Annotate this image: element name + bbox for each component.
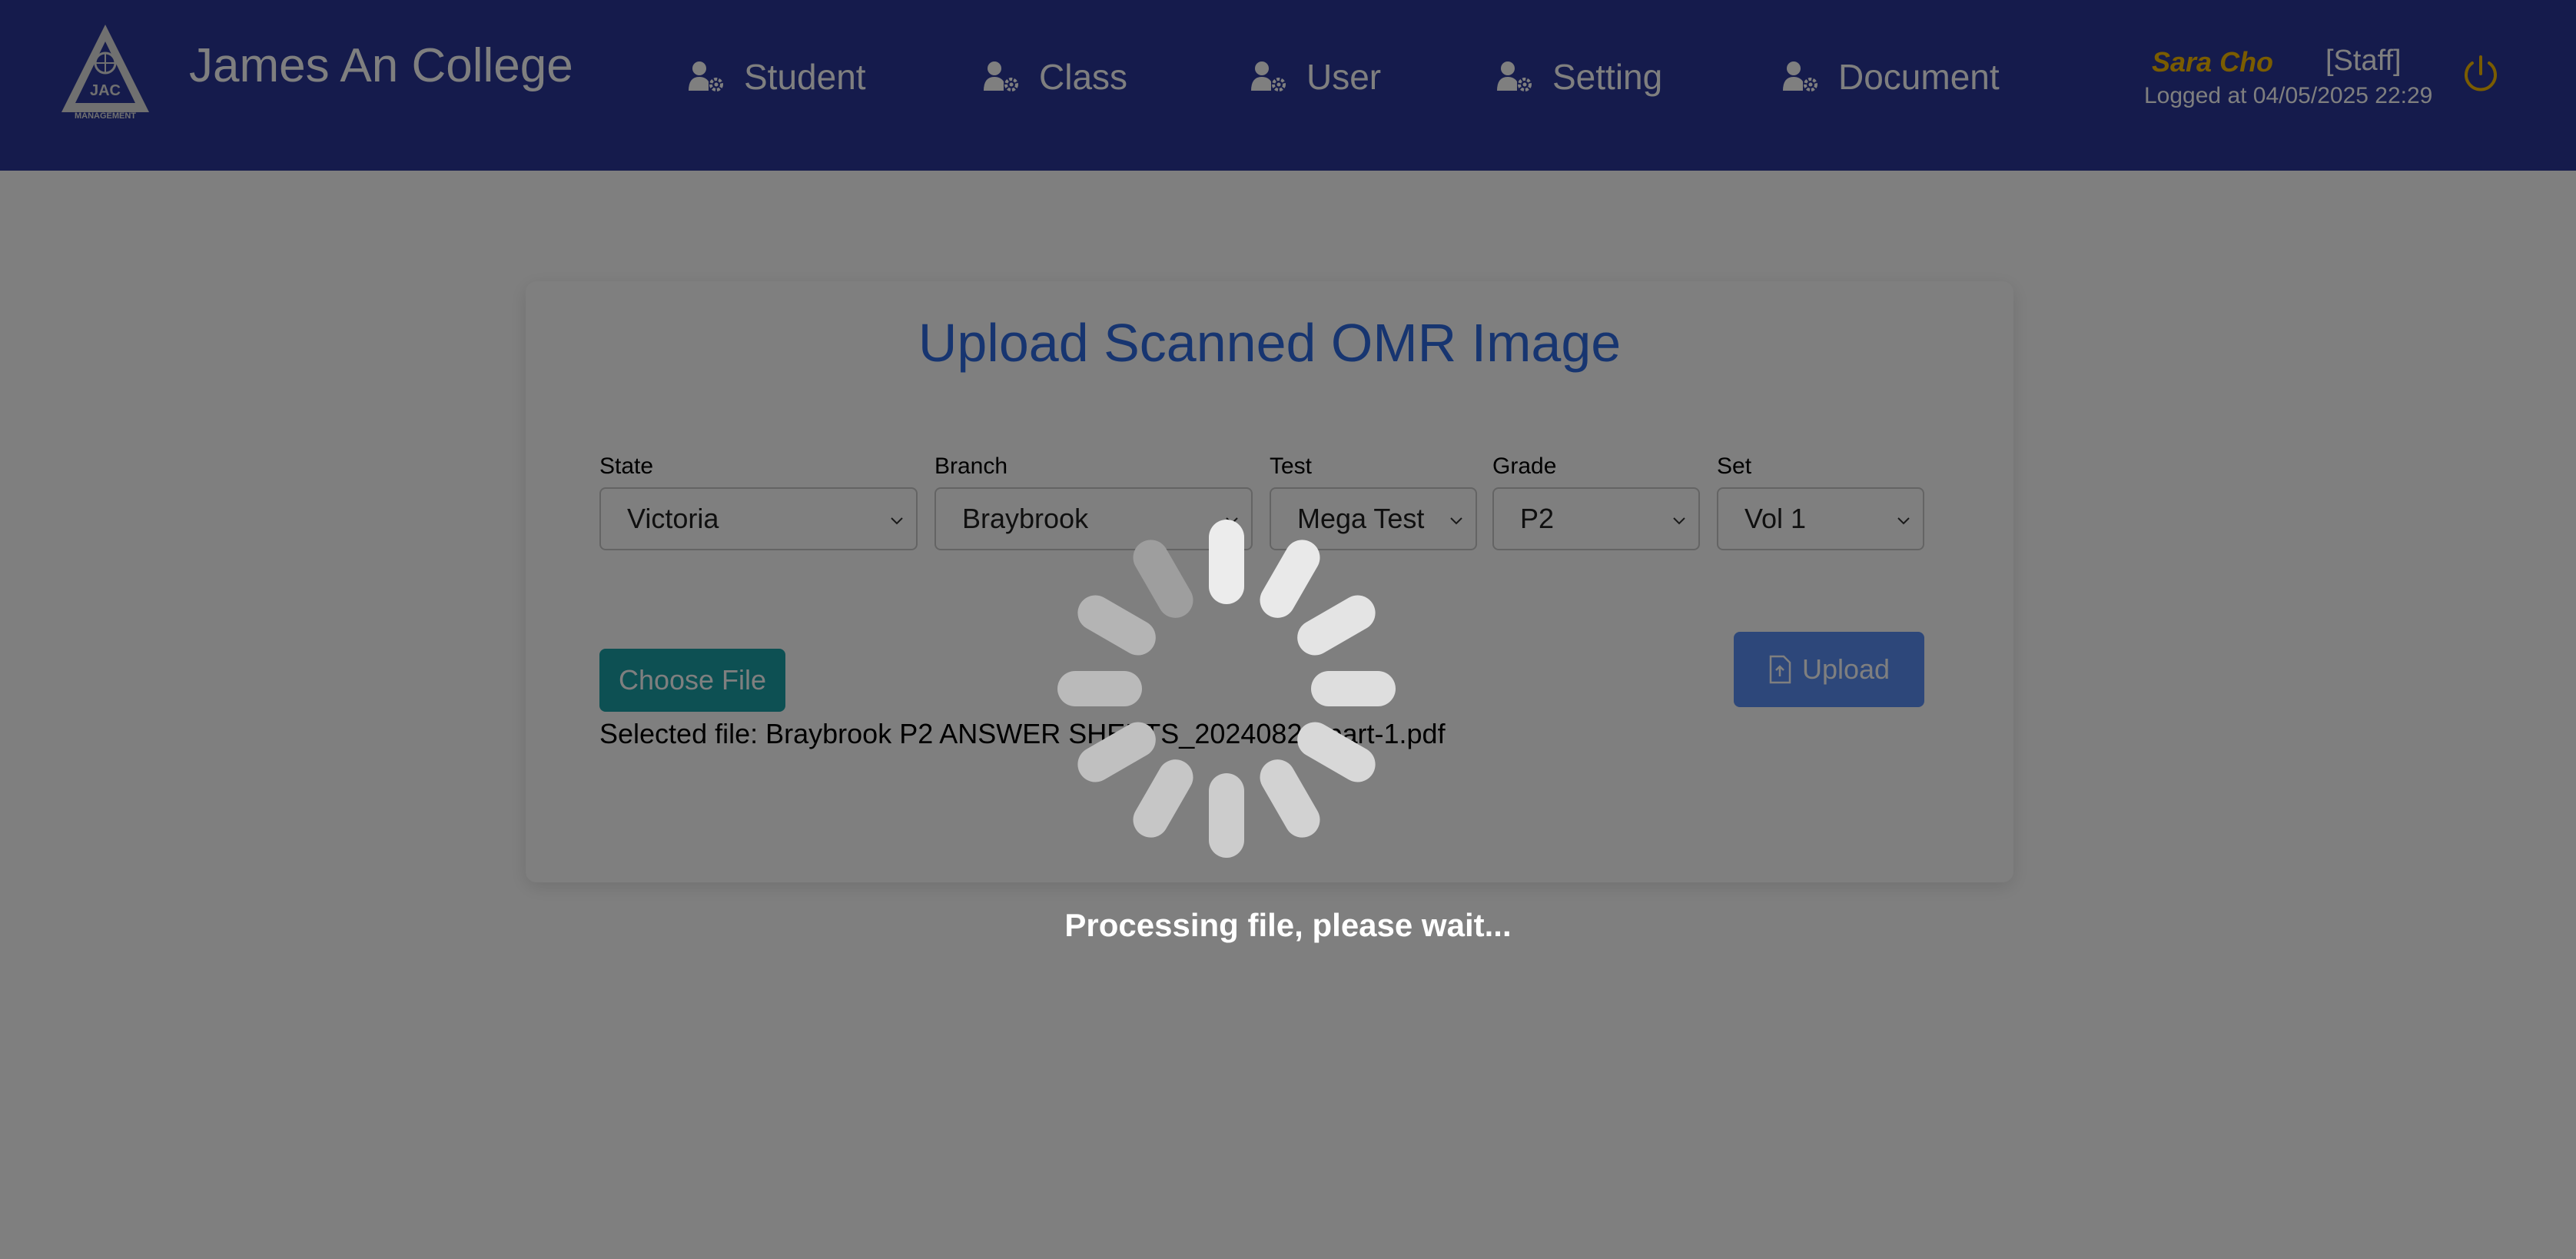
spinner-segment: [1311, 671, 1396, 706]
spinner-segment: [1253, 752, 1326, 845]
loading-spinner-icon: [1057, 520, 1396, 858]
spinner-segment: [1209, 773, 1244, 858]
spinner-segment: [1253, 533, 1326, 625]
spinner-segment: [1290, 716, 1383, 789]
spinner-segment: [1071, 716, 1163, 789]
spinner-segment: [1209, 520, 1244, 604]
loading-overlay: Processing file, please wait...: [0, 0, 2576, 1259]
spinner-segment: [1290, 589, 1383, 662]
spinner-segment: [1127, 533, 1200, 625]
spinner-segment: [1127, 752, 1200, 845]
processing-message: Processing file, please wait...: [1064, 907, 1512, 943]
spinner-segment: [1057, 671, 1142, 706]
spinner-segment: [1071, 589, 1163, 662]
